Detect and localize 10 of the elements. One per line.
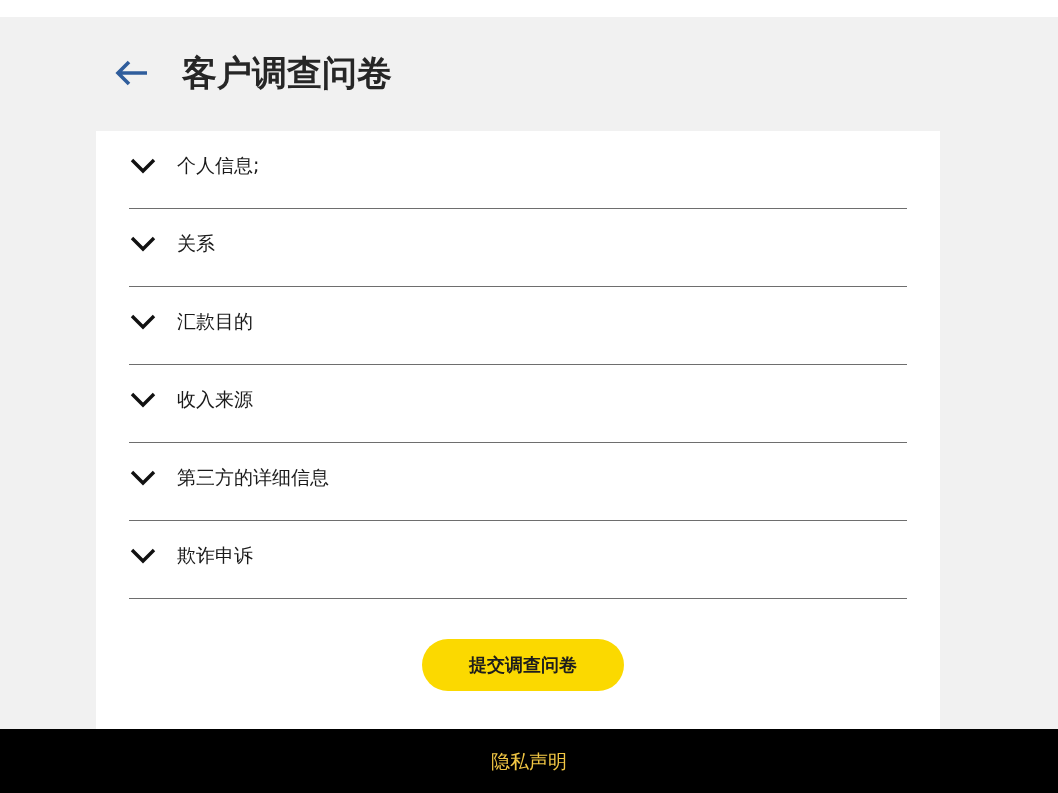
section-header[interactable]: 个人信息;: [129, 131, 907, 208]
section-header[interactable]: 欺诈申诉: [129, 521, 907, 598]
section-header[interactable]: 收入来源: [129, 365, 907, 442]
submit-button[interactable]: 提交调查问卷: [422, 639, 624, 691]
section-header[interactable]: 关系: [129, 209, 907, 286]
privacy-link[interactable]: 隐私声明: [491, 749, 567, 773]
page-title: 客户调查问卷: [182, 52, 392, 95]
section-header[interactable]: 第三方的详细信息: [129, 443, 907, 520]
section-header[interactable]: 汇款目的: [129, 287, 907, 364]
arrow-left-icon[interactable]: [115, 60, 149, 86]
